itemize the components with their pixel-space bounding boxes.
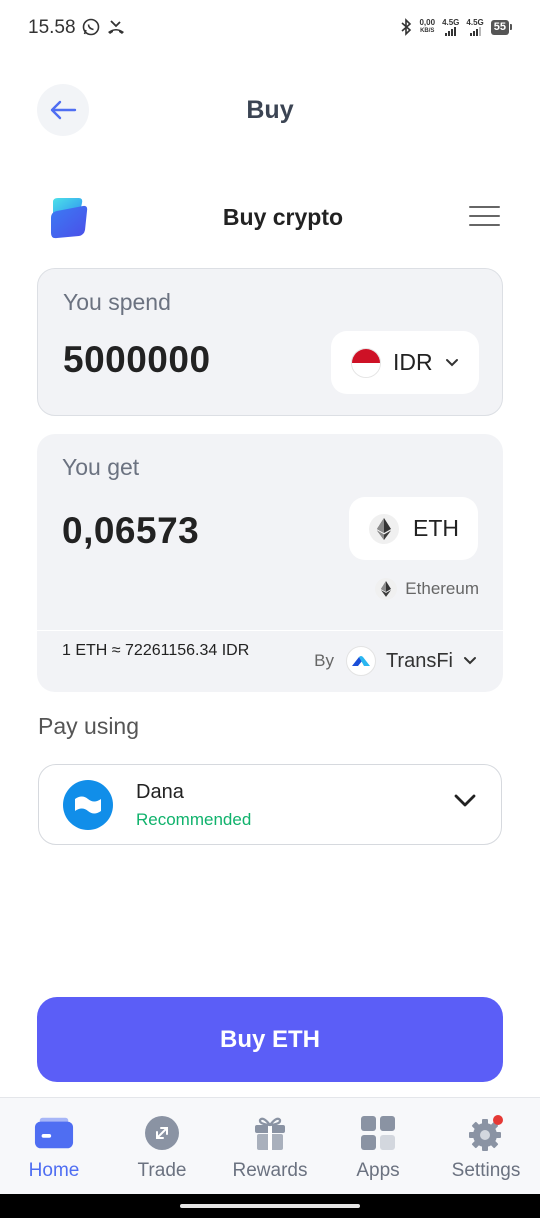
signal-2: 4.5G [466,18,484,36]
signal-2-label: 4.5G [466,18,484,27]
nav-trade-label: Trade [137,1160,187,1181]
provider-by-label: By [314,651,334,670]
network-speed: 0,00 KB/S [419,19,435,35]
status-bar: 15.58 0,00 KB/S 4.5G 4.5G 55 [0,0,540,58]
ethereum-icon [369,513,399,544]
nav-home[interactable]: Home [0,1098,108,1194]
fiat-currency-select[interactable]: IDR [331,331,479,394]
get-amount: 0,06573 [62,510,200,551]
status-time: 15.58 [28,17,76,38]
nav-rewards[interactable]: Rewards [216,1098,324,1194]
provider-name: TransFi [385,649,453,672]
nav-home-label: Home [28,1160,80,1181]
widget-title: Buy crypto [222,204,344,230]
notification-dot [493,1115,503,1125]
whatsapp-icon [82,18,100,36]
spend-amount-input[interactable]: 5000000 [63,339,211,381]
bluetooth-icon [401,18,412,36]
divider [37,630,503,631]
gear-icon [466,1114,506,1152]
nav-apps[interactable]: Apps [324,1098,432,1194]
payment-method-name: Dana [136,781,184,803]
page-title: Buy [246,96,294,124]
crypto-currency-select[interactable]: ETH [349,497,478,560]
nav-rewards-label: Rewards [232,1160,308,1181]
trade-icon [142,1114,182,1152]
fiat-currency-code: IDR [393,349,433,375]
apps-grid-icon [358,1114,398,1152]
dana-logo-icon [63,780,113,830]
missed-call-icon [108,20,124,34]
recommended-badge: Recommended [136,810,252,829]
ethereum-network-icon [375,578,398,600]
spend-label: You spend [63,289,171,315]
chevron-down-icon [454,794,476,807]
wallet-icon [34,1114,74,1152]
bottom-navigation: Home Trade Rewards Apps Settings [0,1097,540,1194]
network-label: Ethereum [375,578,479,600]
network-speed-value: 0,00 [419,18,436,27]
chevron-down-icon [445,358,458,366]
network-name: Ethereum [405,579,479,598]
signal-bars-icon [469,27,481,36]
gesture-bar [0,1194,540,1218]
exchange-rate: 1 ETH ≈ 72261156.34 IDR [62,642,250,659]
home-indicator[interactable] [180,1204,360,1208]
gift-icon [250,1114,290,1152]
provider-select[interactable]: By TransFi [314,646,477,676]
buy-button[interactable]: Buy ETH [37,997,503,1082]
network-speed-unit: KB/S [420,28,435,34]
signal-1: 4.5G [442,18,459,36]
status-system-icons: 0,00 KB/S 4.5G 4.5G 55 [400,18,512,36]
indonesia-flag-icon [351,347,381,378]
payment-method-select[interactable]: Dana Recommended [38,764,502,845]
crypto-currency-code: ETH [413,515,459,541]
battery-level: 55 [490,19,509,35]
nav-apps-label: Apps [356,1160,400,1181]
nav-trade[interactable]: Trade [108,1098,216,1194]
hamburger-menu-icon[interactable] [469,206,500,226]
status-notification-icons [82,18,126,36]
nav-settings-label: Settings [451,1160,521,1181]
signal-bars-icon [445,27,457,36]
pay-using-label: Pay using [38,713,140,739]
transfi-logo-icon [345,646,376,676]
nav-settings[interactable]: Settings [432,1098,540,1194]
get-label: You get [62,454,140,480]
chevron-down-icon [464,657,476,665]
get-card: You get 0,06573 ETH Ethereum 1 ETH ≈ 722… [37,434,503,692]
spend-card: You spend 5000000 IDR [37,268,503,416]
battery-icon: 55 [490,19,512,35]
signal-1-label: 4.5G [442,18,460,27]
